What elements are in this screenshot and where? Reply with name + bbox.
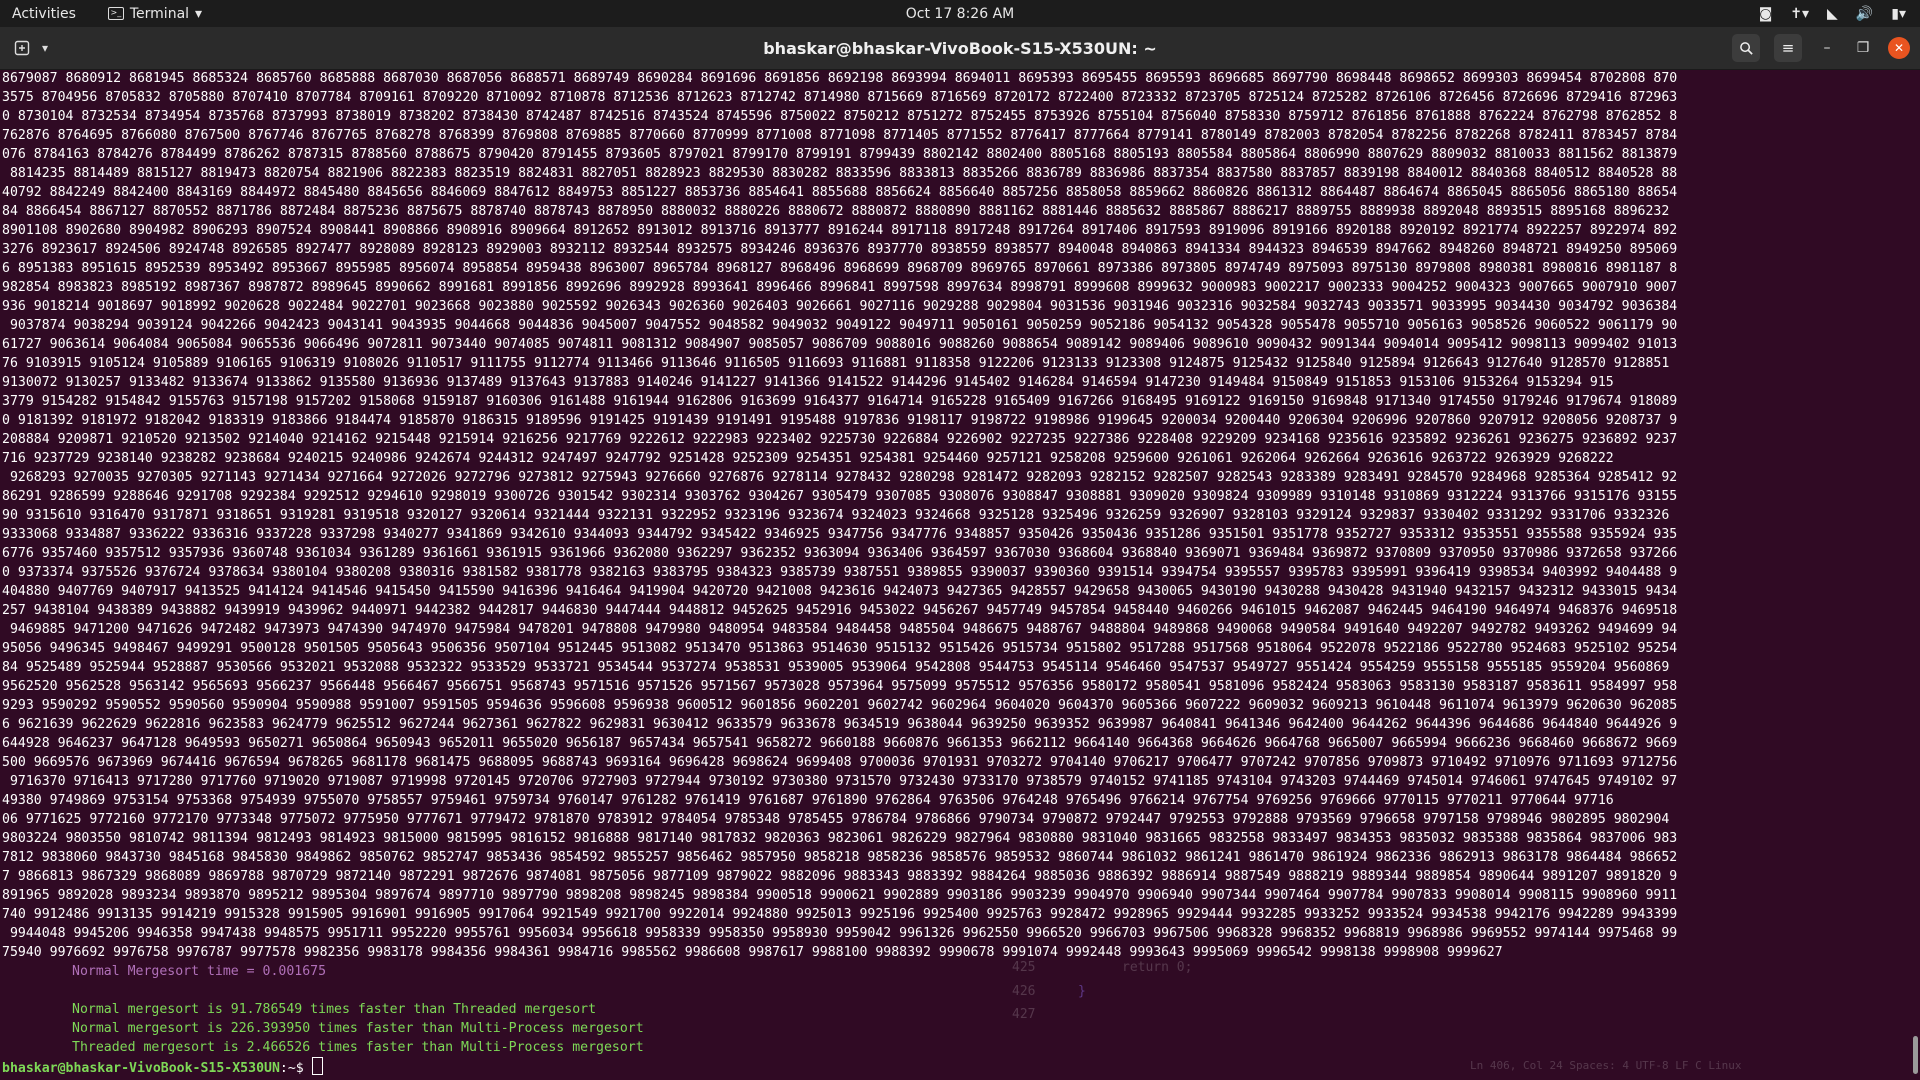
output-line: 8679087 8680912 8681945 8685324 8685760 … — [2, 71, 1678, 86]
ghost-brace: } — [1078, 984, 1086, 999]
output-line: 762876 8764695 8766080 8767500 8767746 8… — [2, 128, 1678, 143]
output-line: 8901108 8902680 8904982 8906293 8907524 … — [2, 223, 1678, 238]
output-line: 49380 9749869 9753154 9753368 9754939 97… — [2, 793, 1614, 808]
output-line: 76 9103915 9105124 9105889 9106165 91063… — [2, 356, 1678, 371]
output-line: 9562520 9562528 9563142 9565693 9566237 … — [2, 679, 1678, 694]
battery-icon[interactable]: ▮▾ — [1891, 6, 1906, 22]
output-line: 84 9525489 9525944 9528887 9530566 95320… — [2, 660, 1678, 675]
app-menu[interactable]: >_ Terminal ▾ — [107, 5, 203, 22]
timing-line: Normal Mergesort time = 0.001675 — [72, 964, 327, 979]
terminal-app-icon: >_ — [107, 7, 124, 20]
output-line: 9037874 9038294 9039124 9042266 9042423 … — [2, 318, 1678, 333]
window-title: bhaskar@bhaskar-VivoBook-S15-X530UN: ~ — [763, 38, 1157, 58]
output-line: 86291 9286599 9288646 9291708 9292384 92… — [2, 489, 1678, 504]
output-line: 936 9018214 9018697 9018992 9020628 9022… — [2, 299, 1678, 314]
output-line: 8814235 8814489 8815127 8819473 8820754 … — [2, 166, 1678, 181]
output-line: 9803224 9803550 9810742 9811394 9812493 … — [2, 831, 1678, 846]
terminal-output[interactable]: 8679087 8680912 8681945 8685324 8685760 … — [0, 69, 1906, 1080]
ghost-line-number: 426 — [1012, 984, 1036, 999]
scrollbar[interactable] — [1913, 1036, 1918, 1074]
system-tray[interactable]: ◙ ✝▾ ◣ 🔊 ▮▾ — [1759, 6, 1906, 22]
maximize-button[interactable]: ❐ — [1852, 37, 1874, 59]
output-line: 716 9237729 9238140 9238282 9238684 9240… — [2, 451, 1614, 466]
chevron-down-icon: ▾ — [195, 5, 203, 22]
output-line: 75940 9976692 9976758 9976787 9977578 99… — [2, 945, 1503, 960]
new-tab-icon — [14, 40, 30, 56]
output-line: 40792 8842249 8842400 8843169 8844972 88… — [2, 185, 1678, 200]
top-bar: Activities >_ Terminal ▾ Oct 17 8:26 AM … — [0, 0, 1920, 27]
ghost-line-number: 427 — [1012, 1007, 1036, 1022]
output-line: 6 8951383 8951615 8952539 8953492 895366… — [2, 261, 1678, 276]
minimize-icon: – — [1823, 40, 1831, 56]
number-output: 8679087 8680912 8681945 8685324 8685760 … — [0, 69, 1906, 962]
text-cursor — [311, 1057, 323, 1075]
output-line: 9293 9590292 9590552 9590560 9590904 959… — [2, 698, 1678, 713]
result-line: Threaded mergesort is 2.466526 times fas… — [72, 1040, 644, 1055]
output-line: 9268293 9270035 9270305 9271143 9271434 … — [2, 470, 1678, 485]
restore-icon: ❐ — [1856, 40, 1870, 56]
output-line: 740 9912486 9913135 9914219 9915328 9915… — [2, 907, 1678, 922]
chevron-down-icon[interactable]: ▾ — [36, 41, 54, 55]
output-line: 9333068 9334887 9336222 9336316 9337228 … — [2, 527, 1678, 542]
output-line: 3575 8704956 8705832 8705880 8707410 870… — [2, 90, 1678, 105]
result-line: Normal mergesort is 226.393950 times fas… — [72, 1021, 644, 1036]
close-icon: ✕ — [1893, 41, 1905, 55]
discord-icon[interactable]: ◙ — [1759, 6, 1773, 22]
search-button[interactable] — [1732, 34, 1760, 62]
output-line: 0 9181392 9181972 9182042 9183319 918386… — [2, 413, 1678, 428]
wifi-icon[interactable]: ◣ — [1827, 6, 1838, 22]
output-line: 076 8784163 8784276 8784499 8786262 8787… — [2, 147, 1678, 162]
output-line: 6776 9357460 9357512 9357936 9360748 936… — [2, 546, 1678, 561]
output-line: 3779 9154282 9154842 9155763 9157198 915… — [2, 394, 1678, 409]
output-line: 90 9315610 9316470 9317871 9318651 93192… — [2, 508, 1678, 523]
close-button[interactable]: ✕ — [1888, 37, 1910, 59]
output-line: 891965 9892028 9893234 9893870 9895212 9… — [2, 888, 1678, 903]
output-line: 06 9771625 9772160 9772170 9773348 97750… — [2, 812, 1678, 827]
output-line: 7812 9838060 9843730 9845168 9845830 984… — [2, 850, 1678, 865]
output-line: 257 9438104 9438389 9438882 9439919 9439… — [2, 603, 1678, 618]
output-line: 61727 9063614 9064084 9065084 9065536 90… — [2, 337, 1678, 352]
output-line: 84 8866454 8867127 8870552 8871786 88724… — [2, 204, 1678, 219]
output-line: 3276 8923617 8924506 8924748 8926585 892… — [2, 242, 1678, 257]
prompt-suffix: :~$ — [279, 1061, 312, 1076]
ghost-status-bar: Ln 406, Col 24 Spaces: 4 UTF-8 LF C Linu… — [1470, 1059, 1742, 1072]
ghost-line-number: 425 — [1012, 960, 1036, 975]
minimize-button[interactable]: – — [1816, 37, 1838, 59]
result-line: Normal mergesort is 91.786549 times fast… — [72, 1002, 597, 1017]
accessibility-icon[interactable]: ✝▾ — [1790, 6, 1809, 22]
prompt-user-host: bhaskar@bhaskar-VivoBook-S15-X530UN — [2, 1061, 280, 1076]
output-line: 500 9669576 9673969 9674416 9676594 9678… — [2, 755, 1678, 770]
new-tab-button[interactable] — [8, 35, 36, 61]
hamburger-icon: ≡ — [1781, 39, 1795, 57]
output-line: 404880 9407769 9407917 9413525 9414124 9… — [2, 584, 1678, 599]
clock[interactable]: Oct 17 8:26 AM — [906, 6, 1014, 22]
ghost-code: return 0; — [1122, 960, 1193, 975]
search-icon — [1739, 41, 1753, 55]
activities-button[interactable]: Activities — [12, 6, 76, 22]
output-line: 7 9866813 9867329 9868089 9869788 987072… — [2, 869, 1678, 884]
output-line: 95056 9496345 9498467 9499291 9500128 95… — [2, 641, 1678, 656]
terminal-headerbar: ▾ bhaskar@bhaskar-VivoBook-S15-X530UN: ~… — [0, 27, 1920, 70]
output-line: 9716370 9716413 9717280 9717760 9719020 … — [2, 774, 1678, 789]
output-line: 9469885 9471200 9471626 9472482 9473973 … — [2, 622, 1678, 637]
menu-button[interactable]: ≡ — [1774, 34, 1802, 62]
output-line: 982854 8983823 8985192 8987367 8987872 8… — [2, 280, 1678, 295]
app-menu-label: Terminal — [129, 5, 190, 22]
output-line: 0 9373374 9375526 9376724 9378634 938010… — [2, 565, 1678, 580]
output-line: 0 8730104 8732534 8734954 8735768 873799… — [2, 109, 1678, 124]
output-line: 208884 9209871 9210520 9213502 9214040 9… — [2, 432, 1678, 447]
output-line: 9944048 9945206 9946358 9947438 9948575 … — [2, 926, 1678, 941]
output-line: 9130072 9130257 9133482 9133674 9133862 … — [2, 375, 1614, 390]
volume-icon[interactable]: 🔊 — [1856, 6, 1873, 22]
output-line: 6 9621639 9622629 9622816 9623583 962477… — [2, 717, 1678, 732]
output-line: 644928 9646237 9647128 9649593 9650271 9… — [2, 736, 1678, 751]
